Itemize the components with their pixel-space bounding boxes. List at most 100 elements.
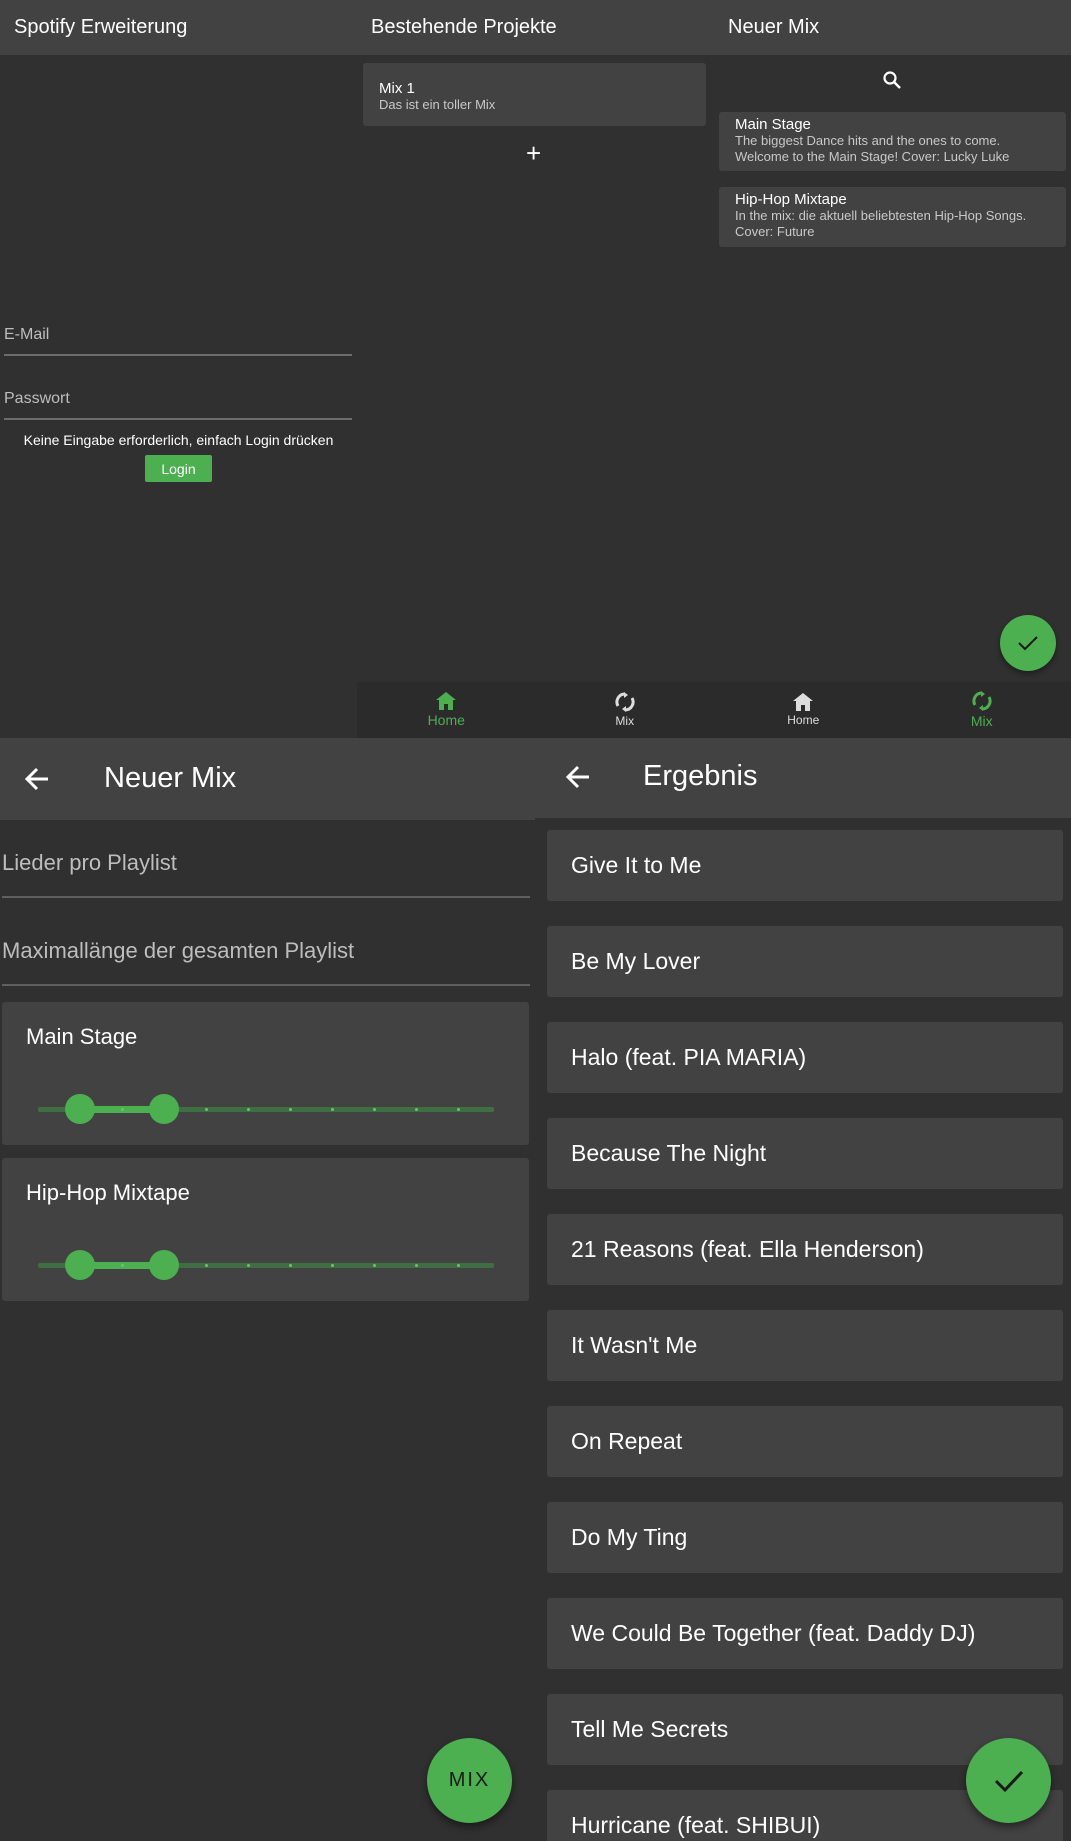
mix-settings-screen: Neuer Mix Lieder pro Playlist Maximallän… xyxy=(0,738,535,1841)
app-title: Bestehende Projekte xyxy=(371,16,557,38)
nav-home[interactable]: Home xyxy=(714,682,893,738)
mix-button[interactable]: MIX xyxy=(427,1738,512,1823)
slider-tick xyxy=(120,1264,124,1267)
song-title: Do My Ting xyxy=(571,1524,688,1550)
email-placeholder: E-Mail xyxy=(4,326,50,343)
confirm-button[interactable] xyxy=(1000,615,1056,671)
password-placeholder: Passwort xyxy=(4,390,70,407)
song-item[interactable]: Be My Lover xyxy=(547,926,1063,997)
sync-icon xyxy=(615,692,635,712)
song-title: On Repeat xyxy=(571,1428,683,1454)
slider-tick xyxy=(456,1108,460,1111)
projects-screen: Bestehende Projekte Mix 1 Das ist ein to… xyxy=(357,0,714,738)
playlist-range-card: Main Stage xyxy=(2,1002,529,1145)
nav-mix[interactable]: Mix xyxy=(536,682,715,738)
playlist-range-card: Hip-Hop Mixtape xyxy=(2,1158,529,1301)
playlist-title: Hip-Hop Mixtape xyxy=(735,191,847,208)
slider-thumb-end[interactable] xyxy=(148,1094,179,1124)
song-item[interactable]: On Repeat xyxy=(547,1406,1063,1477)
login-button[interactable]: Login xyxy=(145,455,212,482)
song-title: We Could Be Together (feat. Daddy DJ) xyxy=(571,1620,976,1646)
playlist-description: In the mix: die aktuell beliebtesten Hip… xyxy=(735,208,1027,223)
sync-icon xyxy=(972,691,992,711)
slider-tick xyxy=(330,1108,334,1111)
playlist-card[interactable]: Hip-Hop Mixtape In the mix: die aktuell … xyxy=(719,187,1066,247)
songs-per-playlist-placeholder: Lieder pro Playlist xyxy=(2,850,177,875)
home-icon xyxy=(793,693,814,711)
nav-mix[interactable]: Mix xyxy=(893,682,1071,738)
song-title: 21 Reasons (feat. Ella Henderson) xyxy=(571,1236,924,1262)
song-title: Be My Lover xyxy=(571,948,701,974)
song-title: It Wasn't Me xyxy=(571,1332,698,1358)
project-card[interactable]: Mix 1 Das ist ein toller Mix xyxy=(363,63,706,126)
playlist-title: Main Stage xyxy=(735,116,811,133)
song-title: Halo (feat. PIA MARIA) xyxy=(571,1044,807,1070)
check-icon xyxy=(1018,636,1038,651)
slider-tick xyxy=(414,1108,418,1111)
slider-tick xyxy=(372,1264,376,1267)
song-item[interactable]: 21 Reasons (feat. Ella Henderson) xyxy=(547,1214,1063,1285)
confirm-button[interactable] xyxy=(966,1738,1051,1823)
playlist-description: The biggest Dance hits and the ones to c… xyxy=(735,133,1001,148)
song-item[interactable]: It Wasn't Me xyxy=(547,1310,1063,1381)
slider-tick xyxy=(414,1264,418,1267)
screenshot-collage: Spotify Erweiterung E-Mail Passwort Kein… xyxy=(0,0,1071,1841)
nav-mix-label: Mix xyxy=(615,714,635,728)
song-title: Tell Me Secrets xyxy=(571,1716,729,1742)
app-title: Ergebnis xyxy=(643,760,758,792)
slider-tick xyxy=(204,1108,208,1111)
bottom-navigation: Home Mix xyxy=(357,682,714,738)
app-bar: Neuer Mix xyxy=(0,738,535,820)
slider-tick xyxy=(246,1264,250,1267)
playlist-card[interactable]: Main Stage The biggest Dance hits and th… xyxy=(719,112,1066,171)
app-bar: Bestehende Projekte xyxy=(357,0,714,55)
song-item[interactable]: Give It to Me xyxy=(547,830,1063,901)
slider-tick xyxy=(246,1108,250,1111)
password-field[interactable]: Passwort xyxy=(4,390,352,420)
range-slider[interactable] xyxy=(2,1002,529,1145)
song-item[interactable]: Halo (feat. PIA MARIA) xyxy=(547,1022,1063,1093)
range-slider[interactable] xyxy=(2,1158,529,1301)
slider-tick xyxy=(120,1108,124,1111)
song-title: Hurricane (feat. SHIBUI) xyxy=(571,1812,821,1838)
max-length-placeholder: Maximallänge der gesamten Playlist xyxy=(2,938,355,963)
nav-home-label: Home xyxy=(427,712,465,728)
login-hint: Keine Eingabe erforderlich, einfach Logi… xyxy=(23,432,334,448)
song-item[interactable]: Because The Night xyxy=(547,1118,1063,1189)
app-title: Neuer Mix xyxy=(728,16,820,38)
slider-tick xyxy=(288,1108,292,1111)
back-arrow-icon[interactable] xyxy=(24,766,50,792)
song-title: Because The Night xyxy=(571,1140,767,1166)
search-icon[interactable] xyxy=(882,70,902,90)
playlist-description: Cover: Future xyxy=(735,224,815,239)
playlist-description: Welcome to the Main Stage! Cover: Lucky … xyxy=(735,149,1010,164)
song-item[interactable]: We Could Be Together (feat. Daddy DJ) xyxy=(547,1598,1063,1669)
slider-tick xyxy=(288,1264,292,1267)
slider-tick xyxy=(330,1264,334,1267)
back-arrow-icon[interactable] xyxy=(565,764,591,790)
bottom-navigation: Home Mix xyxy=(714,682,1071,738)
slider-thumb-end[interactable] xyxy=(148,1250,179,1280)
max-length-field[interactable]: Maximallänge der gesamten Playlist xyxy=(2,938,530,986)
app-bar: Ergebnis xyxy=(535,738,1071,818)
add-project-button[interactable]: + xyxy=(526,138,541,169)
check-icon xyxy=(994,1770,1023,1792)
app-title: Spotify Erweiterung xyxy=(14,16,188,38)
song-title: Give It to Me xyxy=(571,852,702,878)
slider-thumb-start[interactable] xyxy=(64,1250,95,1280)
project-title: Mix 1 xyxy=(379,80,415,97)
app-title: Neuer Mix xyxy=(104,762,237,794)
nav-mix-label: Mix xyxy=(970,713,993,729)
slider-thumb-start[interactable] xyxy=(64,1094,95,1124)
slider-tick xyxy=(456,1264,460,1267)
home-icon xyxy=(436,692,457,710)
new-mix-screen: Neuer Mix Main Stage The biggest Dance h… xyxy=(714,0,1071,738)
song-item[interactable]: Do My Ting xyxy=(547,1502,1063,1573)
slider-tick xyxy=(372,1108,376,1111)
nav-home[interactable]: Home xyxy=(357,682,536,738)
email-field[interactable]: E-Mail xyxy=(4,326,352,356)
nav-home-label: Home xyxy=(787,713,820,727)
login-screen: Spotify Erweiterung E-Mail Passwort Kein… xyxy=(0,0,357,738)
songs-per-playlist-field[interactable]: Lieder pro Playlist xyxy=(2,850,530,898)
slider-tick xyxy=(204,1264,208,1267)
